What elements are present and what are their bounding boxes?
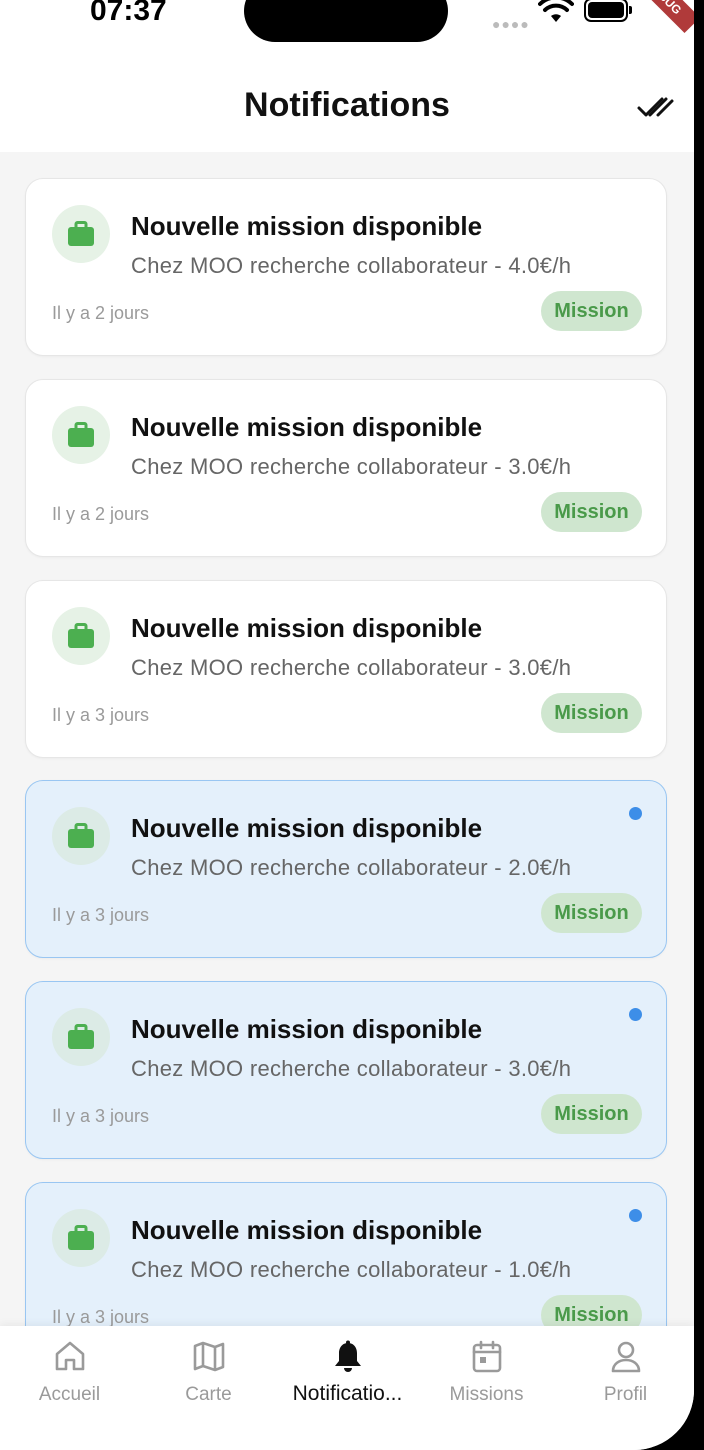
notification-avatar xyxy=(52,607,110,665)
signal-dots-icon: ●●●● xyxy=(492,16,530,32)
nav-label: Notificatio... xyxy=(292,1382,403,1405)
notification-badge: Mission xyxy=(541,492,642,532)
wifi-icon xyxy=(538,0,574,22)
briefcase-icon xyxy=(68,221,94,246)
notification-badge: Mission xyxy=(541,893,642,933)
notification-avatar xyxy=(52,1008,110,1066)
notification-time: Il y a 2 jours xyxy=(52,504,150,524)
notification-card[interactable]: Nouvelle mission disponible Chez MOO rec… xyxy=(25,178,667,356)
notification-card-unread[interactable]: Nouvelle mission disponible Chez MOO rec… xyxy=(25,780,667,958)
notification-body: Chez MOO recherche collaborateur - 1.0€/… xyxy=(131,1257,572,1282)
notification-avatar xyxy=(52,205,110,263)
notification-body: Chez MOO recherche collaborateur - 3.0€/… xyxy=(131,454,572,479)
nav-label: Accueil xyxy=(38,1384,101,1405)
calendar-icon xyxy=(472,1340,501,1373)
bottom-nav: Accueil Carte Notificatio... Missions Pr… xyxy=(0,1326,694,1450)
double-check-icon[interactable] xyxy=(636,92,676,122)
nav-label: Carte xyxy=(185,1384,232,1405)
nav-item-notifications[interactable]: Notificatio... xyxy=(278,1326,417,1450)
briefcase-icon xyxy=(68,823,94,848)
notification-time: Il y a 2 jours xyxy=(52,303,150,323)
notifications-list[interactable]: Nouvelle mission disponible Chez MOO rec… xyxy=(0,152,694,1326)
debug-banner: DEBUG xyxy=(627,0,694,34)
briefcase-icon xyxy=(68,623,94,648)
briefcase-icon xyxy=(68,1024,94,1049)
nav-item-profil[interactable]: Profil xyxy=(556,1326,694,1450)
nav-label: Missions xyxy=(449,1384,524,1405)
notification-badge: Mission xyxy=(541,693,642,733)
notification-card-unread[interactable]: Nouvelle mission disponible Chez MOO rec… xyxy=(25,1182,667,1326)
notification-card[interactable]: Nouvelle mission disponible Chez MOO rec… xyxy=(25,379,667,557)
dynamic-island xyxy=(244,0,448,42)
user-icon xyxy=(611,1341,640,1373)
app-header: Notifications xyxy=(0,56,694,152)
unread-dot xyxy=(629,1209,642,1222)
nav-item-accueil[interactable]: Accueil xyxy=(0,1326,139,1450)
status-bar: 07:37 ●●●● DEBUG xyxy=(0,0,694,56)
notification-badge: Mission xyxy=(541,1094,642,1134)
notification-title: Nouvelle mission disponible xyxy=(131,813,483,843)
home-icon xyxy=(55,1341,84,1371)
notification-badge: Mission xyxy=(541,1295,642,1326)
status-time: 07:37 xyxy=(90,0,167,27)
notification-title: Nouvelle mission disponible xyxy=(131,1215,483,1245)
page-title: Notifications xyxy=(244,86,450,124)
battery-icon xyxy=(584,0,632,22)
notification-body: Chez MOO recherche collaborateur - 3.0€/… xyxy=(131,655,572,680)
notification-time: Il y a 3 jours xyxy=(52,905,150,925)
notification-avatar xyxy=(52,807,110,865)
map-icon xyxy=(193,1341,224,1372)
notification-title: Nouvelle mission disponible xyxy=(131,613,483,643)
unread-dot xyxy=(629,807,642,820)
notification-avatar xyxy=(52,406,110,464)
notification-body: Chez MOO recherche collaborateur - 4.0€/… xyxy=(131,253,572,278)
notification-card-unread[interactable]: Nouvelle mission disponible Chez MOO rec… xyxy=(25,981,667,1159)
nav-label: Profil xyxy=(603,1384,648,1405)
nav-item-missions[interactable]: Missions xyxy=(417,1326,556,1450)
unread-dot xyxy=(629,1008,642,1021)
notification-card[interactable]: Nouvelle mission disponible Chez MOO rec… xyxy=(25,580,667,758)
briefcase-icon xyxy=(68,1225,94,1250)
notification-time: Il y a 3 jours xyxy=(52,1307,150,1326)
notification-time: Il y a 3 jours xyxy=(52,1106,150,1126)
nav-item-carte[interactable]: Carte xyxy=(139,1326,278,1450)
notification-avatar xyxy=(52,1209,110,1267)
notification-time: Il y a 3 jours xyxy=(52,705,150,725)
notification-title: Nouvelle mission disponible xyxy=(131,412,483,442)
notification-badge: Mission xyxy=(541,291,642,331)
notification-body: Chez MOO recherche collaborateur - 3.0€/… xyxy=(131,1056,572,1081)
notification-title: Nouvelle mission disponible xyxy=(131,1014,483,1044)
briefcase-icon xyxy=(68,422,94,447)
notification-body: Chez MOO recherche collaborateur - 2.0€/… xyxy=(131,855,572,880)
phone-screen: 07:37 ●●●● DEBUG Notifications Nouvelle … xyxy=(0,0,694,1450)
bell-icon xyxy=(334,1340,361,1372)
notification-title: Nouvelle mission disponible xyxy=(131,211,483,241)
